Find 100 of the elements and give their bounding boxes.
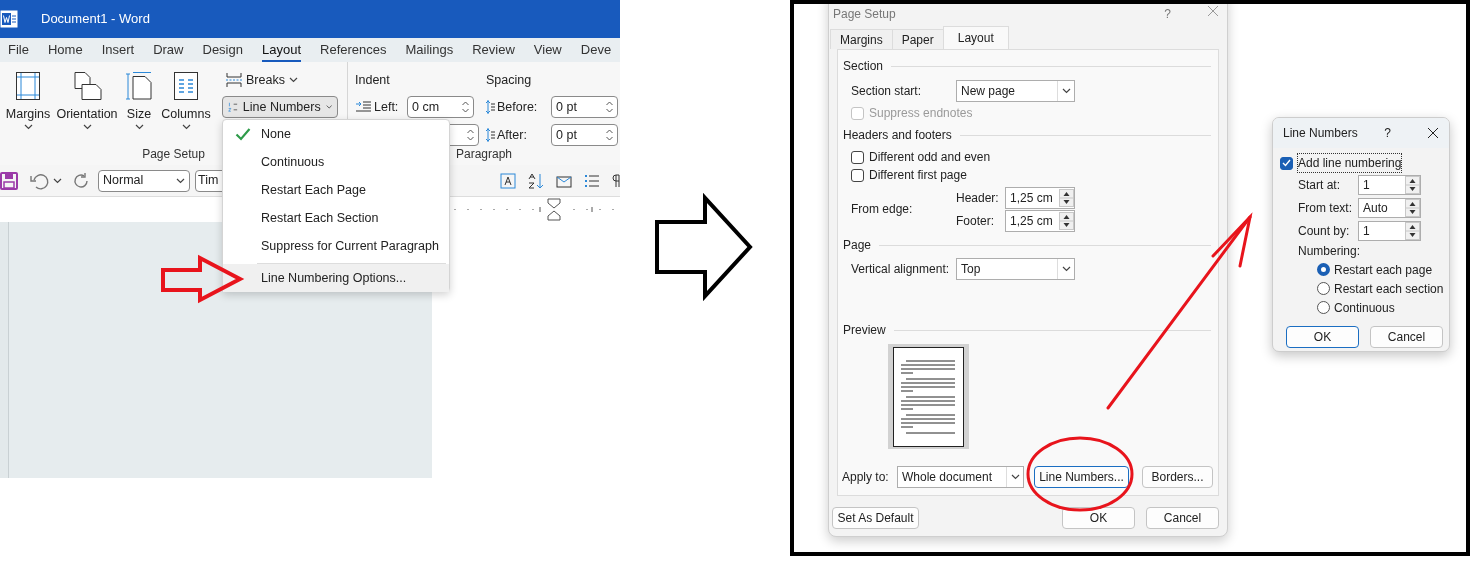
field-label: After:: [497, 126, 528, 144]
section-heading: Preview: [843, 322, 886, 339]
dialog-button[interactable]: Line Numbers...: [1034, 466, 1129, 488]
radio-button[interactable]: [1317, 301, 1330, 314]
dialog-title: Line Numbers: [1283, 125, 1359, 142]
field-label: Count by:: [1298, 223, 1351, 240]
cancel-button[interactable]: Cancel: [1146, 507, 1219, 529]
spin-field[interactable]: 0 cm: [407, 96, 474, 118]
line-spacing-icon: [486, 128, 495, 142]
close-icon[interactable]: [1427, 127, 1439, 139]
spin-field[interactable]: 1: [1358, 221, 1421, 241]
chevron-down-icon[interactable]: [1061, 266, 1071, 272]
ribbon-tab[interactable]: Design: [202, 40, 243, 62]
menu-item[interactable]: Continuous: [223, 148, 449, 176]
dialog-button[interactable]: Set As Default: [832, 507, 919, 529]
menu-item[interactable]: Line Numbering Options...: [223, 264, 449, 292]
field-label: Apply to:: [842, 469, 890, 486]
chevron-down-icon[interactable]: [325, 104, 332, 110]
page-size-icon: [125, 72, 153, 100]
radio-label: Restart each page: [1334, 261, 1433, 279]
spin-field[interactable]: 0 pt: [551, 96, 618, 118]
ribbon-button[interactable]: Margins: [4, 62, 52, 146]
field-label: Start at:: [1298, 177, 1342, 194]
ribbon-button[interactable]: Orientation: [56, 62, 118, 146]
ribbon-tab[interactable]: Draw: [153, 40, 184, 62]
spin-field[interactable]: 1,25 cm: [1005, 209, 1075, 232]
chevron-down-icon[interactable]: [134, 124, 144, 130]
checkmark-icon: [235, 127, 251, 141]
ribbon-tab[interactable]: References: [320, 40, 387, 62]
line-numbers-button[interactable]: Line Numbers: [222, 96, 338, 118]
dropdown[interactable]: Whole document: [897, 466, 1024, 488]
orientation-icon: [72, 72, 102, 100]
chevron-down-icon[interactable]: [288, 77, 298, 83]
ribbon-button[interactable]: Columns: [160, 62, 212, 146]
chevron-down-icon[interactable]: [176, 177, 185, 184]
save-icon[interactable]: [0, 171, 18, 190]
redo-icon[interactable]: [72, 171, 90, 190]
section-heading: Page: [843, 237, 872, 254]
chevron-down-icon[interactable]: [181, 124, 191, 130]
dropdown[interactable]: Top: [956, 258, 1075, 280]
ribbon-tab[interactable]: Home: [47, 40, 83, 62]
checkmark-icon: [1282, 159, 1291, 167]
sort-icon[interactable]: [528, 172, 544, 189]
ribbon-button[interactable]: Size: [122, 62, 156, 146]
ribbon-tab[interactable]: Mailings: [405, 40, 454, 62]
breaks-button[interactable]: Breaks: [222, 70, 338, 90]
checkbox-label: Different first page: [869, 167, 967, 184]
checkbox[interactable]: [851, 150, 864, 164]
menu-item[interactable]: Restart Each Section: [223, 204, 449, 232]
checkbox[interactable]: [851, 168, 864, 182]
paragraph-mark-icon[interactable]: [612, 172, 620, 189]
menu-item[interactable]: Restart Each Page: [223, 176, 449, 204]
style-dropdown[interactable]: Normal: [98, 169, 190, 192]
spin-field[interactable]: 1,25 cm: [1005, 186, 1075, 209]
checkbox-label: Different odd and even: [869, 149, 991, 166]
chevron-down-icon[interactable]: [1010, 474, 1020, 480]
spin-field[interactable]: 1: [1358, 175, 1421, 195]
ribbon-tab[interactable]: Deve: [580, 40, 612, 62]
dialog-tab[interactable]: Layout: [942, 26, 1009, 49]
indent-icon: [355, 101, 371, 113]
ok-button[interactable]: OK: [1286, 326, 1359, 348]
menu-item[interactable]: None: [223, 120, 449, 148]
group-label: Numbering:: [1298, 243, 1361, 260]
radio-label: Restart each section: [1334, 280, 1444, 298]
spin-field[interactable]: Auto: [1358, 198, 1421, 218]
menu-item[interactable]: Suppress for Current Paragraph: [223, 232, 449, 260]
ribbon-tab[interactable]: Insert: [101, 40, 135, 62]
field-label: From text:: [1298, 200, 1353, 217]
window-title: Document1 - Word: [41, 10, 150, 29]
cancel-button[interactable]: Cancel: [1370, 326, 1443, 348]
text-box-icon[interactable]: [500, 172, 516, 189]
help-button[interactable]: ?: [1384, 124, 1391, 142]
dialog-tab[interactable]: Paper: [891, 29, 944, 49]
ribbon-tab[interactable]: File: [8, 40, 29, 62]
chevron-down-icon[interactable]: [53, 177, 62, 184]
group-label: Page Setup: [142, 146, 205, 163]
list-icon[interactable]: [584, 172, 600, 189]
ribbon-tab[interactable]: View: [533, 40, 562, 62]
spin-field[interactable]: 0 pt: [551, 124, 618, 146]
spacing-label: Spacing: [486, 72, 533, 89]
ribbon-tab[interactable]: Review: [472, 40, 515, 62]
radio-label: Continuous: [1334, 299, 1395, 317]
line-spacing-icon: [486, 100, 495, 114]
chevron-down-icon[interactable]: [1061, 88, 1071, 94]
dialog-button[interactable]: Borders...: [1142, 466, 1213, 488]
checkbox[interactable]: [1280, 156, 1293, 170]
section-heading: Section: [843, 58, 884, 75]
checkbox-label: Add line numbering: [1298, 154, 1402, 172]
chevron-down-icon[interactable]: [23, 124, 33, 130]
radio-button[interactable]: [1317, 282, 1330, 295]
field-label: Footer:: [956, 212, 995, 230]
dropdown[interactable]: New page: [956, 80, 1075, 102]
group-label: Paragraph: [455, 146, 512, 163]
undo-icon[interactable]: [30, 171, 50, 190]
chevron-down-icon[interactable]: [82, 124, 92, 130]
ok-button[interactable]: OK: [1062, 507, 1135, 529]
help-button[interactable]: ?: [1164, 5, 1171, 23]
dialog-tab[interactable]: Margins: [830, 29, 893, 49]
radio-button[interactable]: [1317, 263, 1330, 276]
indent-label: Indent: [355, 72, 391, 89]
